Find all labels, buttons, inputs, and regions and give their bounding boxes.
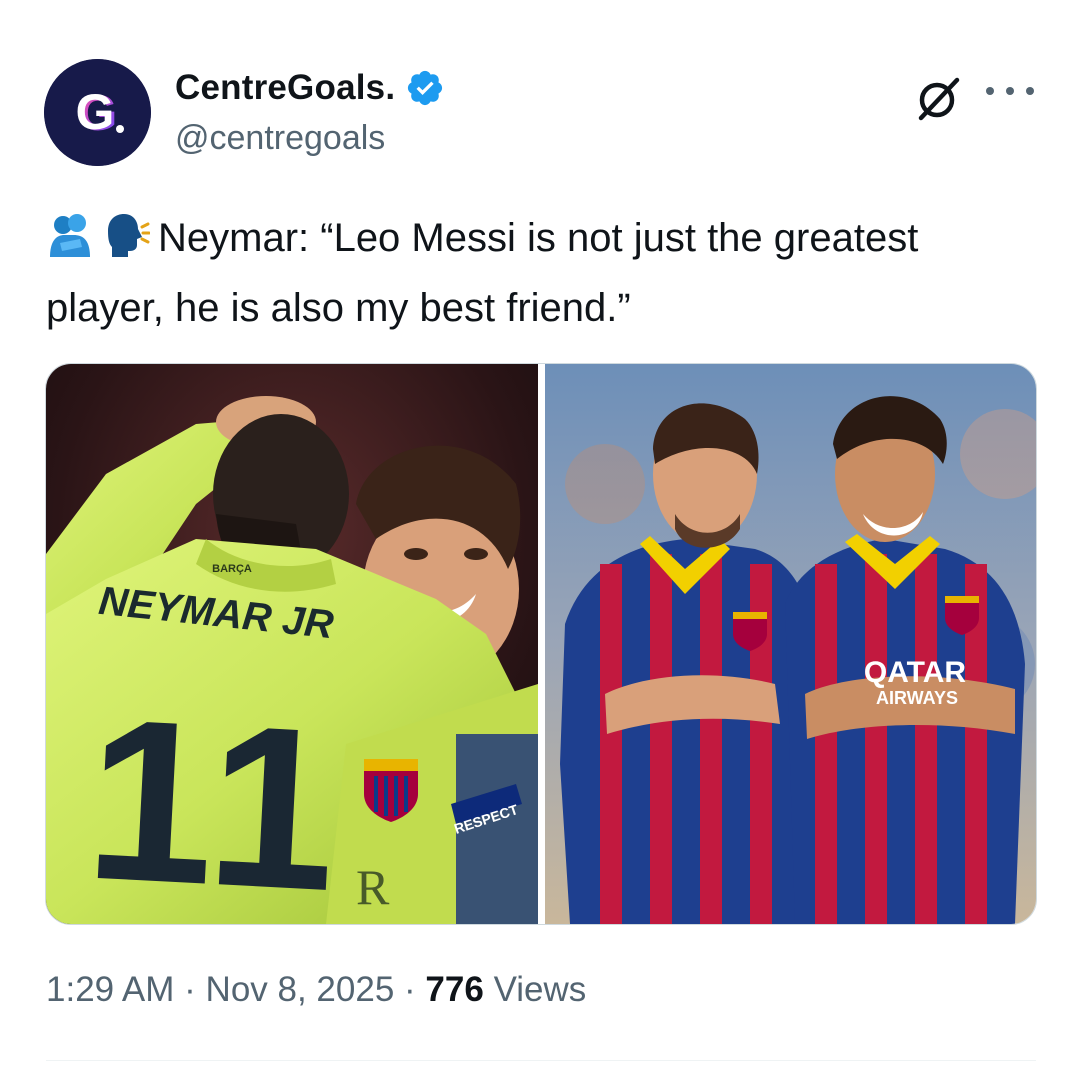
photo-hug[interactable]: RESPECT BARÇA NEYMAR JR 11 R [46,364,538,924]
photo-standing[interactable]: QATAR AIRWAYS [545,364,1036,924]
tweet-time[interactable]: 1:29 AM [46,970,174,1009]
meta-separator: · [404,970,416,1009]
tweet-text: Neymar: “Leo Messi is not just the great… [46,207,1036,339]
author-name-row: CentreGoals. [175,66,445,110]
views-label: Views [493,970,587,1009]
tweet-meta: 1:29 AM · Nov 8, 2025 · 776 Views [46,970,586,1010]
verified-badge-icon [408,70,443,106]
people-hugging-icon [46,211,94,277]
more-options-icon[interactable] [986,78,1034,104]
meta-separator: · [184,970,196,1009]
svg-text:11: 11 [81,669,349,924]
svg-text:G: G [76,84,115,140]
svg-text:AIRWAYS: AIRWAYS [876,688,958,708]
author-display-name[interactable]: CentreGoals. [175,68,395,108]
svg-text:R: R [356,859,390,915]
svg-text:QATAR: QATAR [864,656,967,689]
tweet-media[interactable]: RESPECT BARÇA NEYMAR JR 11 R QATAR AIRWA… [45,363,1037,925]
tweet-body: Neymar: “Leo Messi is not just the great… [46,216,919,330]
views-count[interactable]: 776 [425,970,483,1009]
svg-text:BARÇA: BARÇA [212,563,252,575]
avatar[interactable]: G G [44,59,151,166]
tweet-date[interactable]: Nov 8, 2025 [206,970,395,1009]
divider [46,1060,1036,1061]
author-handle[interactable]: @centregoals [175,119,385,158]
speaking-head-icon [102,211,151,277]
grok-icon[interactable] [913,72,965,124]
